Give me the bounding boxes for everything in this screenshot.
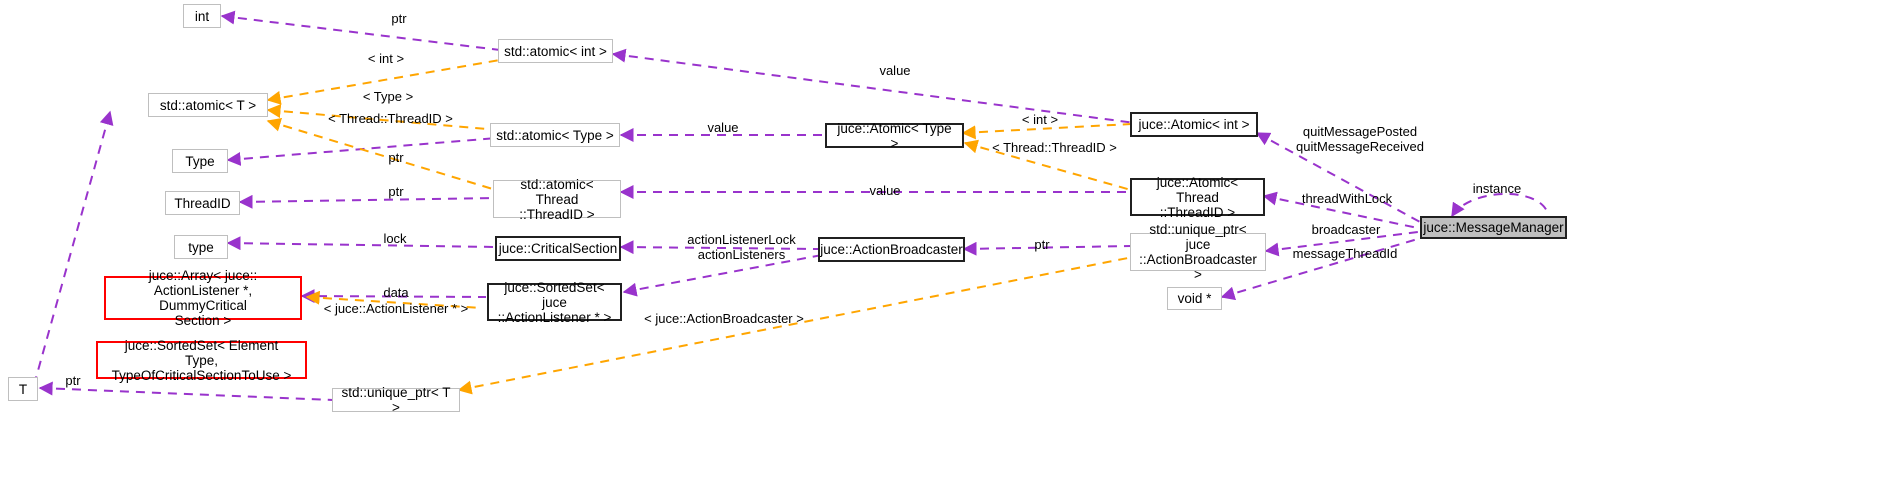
edge-label-template-type: < Type >: [362, 89, 414, 104]
node-std-unique-ptr-ActionBroadcaster[interactable]: std::unique_ptr< juce ::ActionBroadcaste…: [1130, 222, 1266, 282]
node-Type[interactable]: Type: [172, 149, 228, 173]
edge-label-template-threadid: < Thread::ThreadID >: [328, 111, 453, 126]
node-void-ptr[interactable]: void *: [1167, 287, 1222, 310]
edge-label-action-listener: actionListenerLock actionListeners: [687, 232, 796, 262]
node-juce-SortedSet-ElementType[interactable]: juce::SortedSet< Element Type, TypeOfCri…: [96, 338, 307, 383]
edge-label-ptr-int: ptr: [391, 11, 407, 26]
edge-label-ptr-T: ptr: [65, 373, 81, 388]
node-std-unique-ptr-T[interactable]: std::unique_ptr< T >: [332, 385, 460, 415]
edge-label-broadcaster: broadcaster: [1311, 222, 1381, 237]
edge-label-ptr-threadid: ptr: [388, 184, 404, 199]
node-juce-CriticalSection[interactable]: juce::CriticalSection: [495, 236, 621, 261]
edge-label-value-int: value: [879, 63, 911, 78]
node-juce-Array-ActionListener[interactable]: juce::Array< juce:: ActionListener *, Du…: [104, 268, 302, 328]
node-juce-Atomic-int[interactable]: juce::Atomic< int >: [1130, 112, 1258, 137]
edge-label-template-actionlistener: < juce::ActionListener * >: [323, 301, 469, 316]
node-juce-ActionBroadcaster[interactable]: juce::ActionBroadcaster: [818, 237, 965, 262]
node-std-atomic-ThreadID[interactable]: std::atomic< Thread ::ThreadID >: [493, 177, 621, 222]
edge-label-value-type: value: [707, 120, 739, 135]
edge-label-template-threadid-2: < Thread::ThreadID >: [992, 140, 1117, 155]
edge-label-ptr-type: ptr: [388, 150, 404, 165]
node-juce-MessageManager[interactable]: juce::MessageManager: [1420, 216, 1567, 239]
node-std-atomic-int[interactable]: std::atomic< int >: [498, 39, 613, 63]
edge-label-template-actionbroadcaster: < juce::ActionBroadcaster >: [644, 311, 804, 326]
edge-label-template-int-2: < int >: [1021, 112, 1059, 127]
node-T[interactable]: T: [8, 377, 38, 401]
edge-label-value-threadid: value: [869, 183, 901, 198]
edge-label-quit-messages: quitMessagePosted quitMessageReceived: [1296, 124, 1424, 154]
node-std-atomic-T[interactable]: std::atomic< T >: [148, 93, 268, 117]
node-juce-Atomic-ThreadID[interactable]: juce::Atomic< Thread ::ThreadID >: [1130, 175, 1265, 220]
node-juce-Atomic-Type[interactable]: juce::Atomic< Type >: [825, 121, 964, 151]
node-ThreadID[interactable]: ThreadID: [165, 191, 240, 215]
edge-label-instance: instance: [1472, 181, 1522, 196]
node-juce-SortedSet-ActionListener[interactable]: juce::SortedSet< juce ::ActionListener *…: [487, 280, 622, 325]
node-int[interactable]: int: [183, 4, 221, 28]
node-std-atomic-Type[interactable]: std::atomic< Type >: [490, 123, 620, 147]
edge-label-lock: lock: [383, 231, 407, 246]
edge-label-ptr-actionbroadcaster: ptr: [1034, 237, 1050, 252]
edge-label-thread-with-lock: threadWithLock: [1301, 191, 1393, 206]
edge-label-template-int: < int >: [367, 51, 405, 66]
node-type[interactable]: type: [174, 235, 228, 259]
edge-label-message-thread-id: messageThreadId: [1292, 246, 1398, 261]
edge-label-data: data: [383, 285, 409, 300]
collaboration-diagram-canvas: int std::atomic< T > std::atomic< int > …: [0, 0, 1893, 504]
